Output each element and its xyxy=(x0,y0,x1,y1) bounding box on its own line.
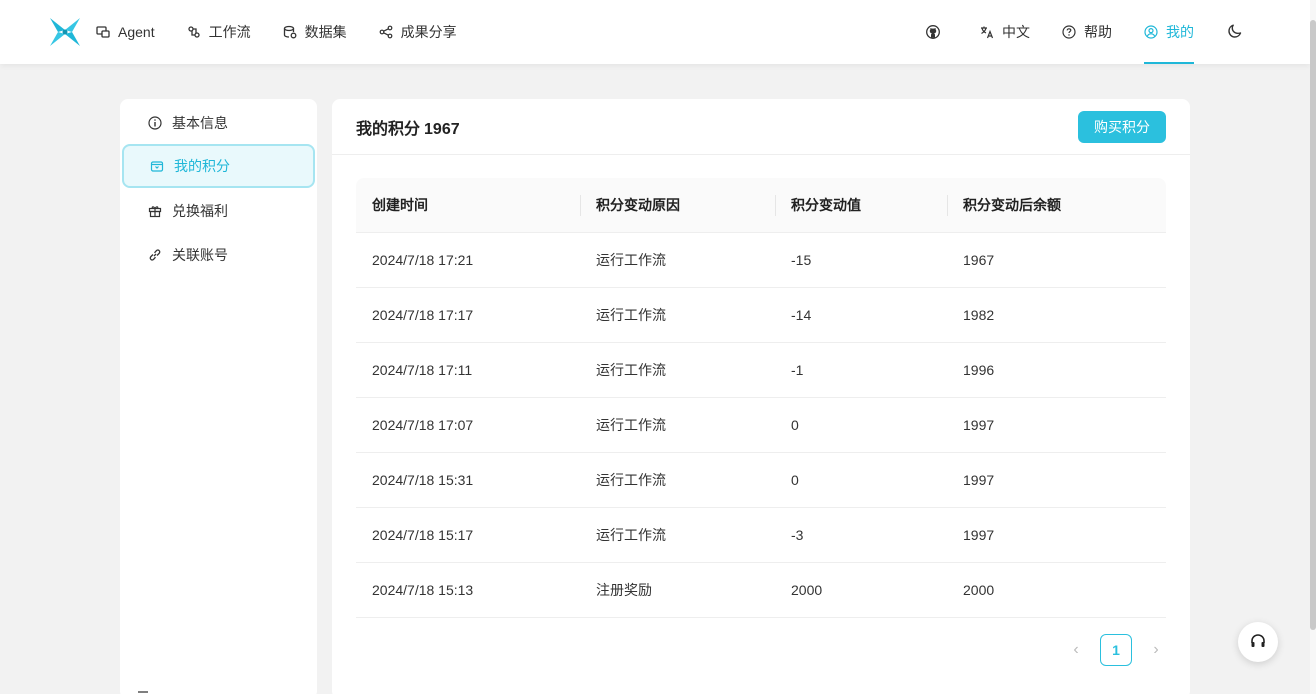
column-header-created-time: 创建时间 xyxy=(372,197,428,213)
nav-agent-label: Agent xyxy=(118,24,155,40)
customer-support-button[interactable] xyxy=(1238,622,1278,662)
nav-share-label: 成果分享 xyxy=(400,24,457,40)
cell-balance: 1996 xyxy=(963,362,995,378)
buy-points-button[interactable]: 购买积分 xyxy=(1078,111,1166,143)
profile-sidebar: 基本信息 我的积分 兑换福利 关联账号 xyxy=(120,99,317,694)
prev-page-button[interactable]: ‹ xyxy=(1060,634,1092,666)
cell-balance: 2000 xyxy=(963,582,995,598)
headset-icon xyxy=(1249,632,1267,653)
table-row: 2024/7/18 15:17 运行工作流 -3 1997 xyxy=(356,508,1166,563)
table-row: 2024/7/18 17:17 运行工作流 -14 1982 xyxy=(356,288,1166,343)
main-nav: Agent 工作流 数据集 成果分享 xyxy=(96,0,489,64)
gift-icon xyxy=(148,204,162,218)
column-header-change: 积分变动值 xyxy=(775,178,947,233)
help-link[interactable]: 帮助 xyxy=(1062,0,1112,64)
sidebar-item-linked-accounts[interactable]: 关联账号 xyxy=(122,233,315,277)
dataset-icon xyxy=(283,25,297,39)
nav-dataset-label: 数据集 xyxy=(304,24,347,40)
info-icon xyxy=(148,116,162,130)
page-scrollbar[interactable] xyxy=(1310,0,1316,694)
table-row: 2024/7/18 17:11 运行工作流 -1 1996 xyxy=(356,343,1166,398)
collapse-menu-icon[interactable] xyxy=(136,689,150,694)
nav-dataset[interactable]: 数据集 xyxy=(283,0,347,64)
page-title-text: 我的积分 xyxy=(356,120,421,138)
theme-toggle[interactable] xyxy=(1226,23,1244,41)
points-balance: 1967 xyxy=(424,120,460,138)
workflow-icon xyxy=(187,25,201,39)
cell-balance: 1997 xyxy=(963,417,995,433)
points-panel: 我的积分 1967 购买积分 创建时间 积分变动原因 积分变动值 积分变动后余额 … xyxy=(332,99,1190,694)
page-number-current[interactable]: 1 xyxy=(1100,634,1132,666)
cell-change: 2000 xyxy=(791,582,823,598)
cell-created-time: 2024/7/18 15:31 xyxy=(372,472,474,488)
github-icon xyxy=(926,25,940,39)
mine-label: 我的 xyxy=(1166,24,1194,40)
user-icon xyxy=(1144,25,1158,39)
cell-change: -1 xyxy=(791,362,804,378)
help-icon xyxy=(1062,25,1076,39)
table-header: 创建时间 积分变动原因 积分变动值 积分变动后余额 xyxy=(356,178,1166,233)
sidebar-item-redeem[interactable]: 兑换福利 xyxy=(122,189,315,233)
cell-created-time: 2024/7/18 17:07 xyxy=(372,417,474,433)
cell-balance: 1967 xyxy=(963,252,995,268)
app-logo[interactable] xyxy=(48,16,82,48)
nav-workflow[interactable]: 工作流 xyxy=(187,0,251,64)
cell-created-time: 2024/7/18 15:13 xyxy=(372,582,474,598)
table-row: 2024/7/18 15:13 注册奖励 2000 2000 xyxy=(356,563,1166,618)
table-row: 2024/7/18 17:21 运行工作流 -15 1967 xyxy=(356,233,1166,288)
cell-change: 0 xyxy=(791,472,799,488)
points-icon xyxy=(150,159,164,173)
pagination: ‹ 1 › xyxy=(1060,634,1172,666)
scrollbar-thumb[interactable] xyxy=(1310,20,1316,630)
cell-reason: 运行工作流 xyxy=(596,252,666,268)
nav-workflow-label: 工作流 xyxy=(208,24,251,40)
sidebar-item-label: 关联账号 xyxy=(172,247,228,263)
link-icon xyxy=(148,248,162,262)
github-link[interactable] xyxy=(926,0,948,64)
sidebar-item-basic-info[interactable]: 基本信息 xyxy=(122,101,315,145)
cell-change: -15 xyxy=(791,252,812,268)
points-table: 创建时间 积分变动原因 积分变动值 积分变动后余额 2024/7/18 17:2… xyxy=(356,178,1166,618)
share-icon xyxy=(379,25,393,39)
help-label: 帮助 xyxy=(1084,24,1112,40)
nav-agent[interactable]: Agent xyxy=(96,0,155,64)
moon-icon xyxy=(1227,23,1243,42)
cell-balance: 1997 xyxy=(963,527,995,543)
page-title: 我的积分 1967 xyxy=(356,115,460,139)
cell-created-time: 2024/7/18 15:17 xyxy=(372,527,474,543)
cell-change: 0 xyxy=(791,417,799,433)
column-header-reason: 积分变动原因 xyxy=(580,178,775,233)
cell-created-time: 2024/7/18 17:17 xyxy=(372,307,474,323)
sidebar-item-label: 我的积分 xyxy=(174,158,230,174)
cell-balance: 1982 xyxy=(963,307,995,323)
nav-mine[interactable]: 我的 xyxy=(1144,0,1194,64)
user-nav: 中文 帮助 我的 xyxy=(894,0,1244,64)
cell-reason: 运行工作流 xyxy=(596,527,666,543)
cell-change: -14 xyxy=(791,307,812,323)
cell-created-time: 2024/7/18 17:21 xyxy=(372,252,474,268)
panel-header: 我的积分 1967 购买积分 xyxy=(332,99,1190,155)
translate-icon xyxy=(980,25,994,39)
sidebar-item-label: 基本信息 xyxy=(172,115,228,131)
next-page-button[interactable]: › xyxy=(1140,634,1172,666)
agent-icon xyxy=(96,25,110,39)
cell-created-time: 2024/7/18 17:11 xyxy=(372,362,473,378)
cell-reason: 运行工作流 xyxy=(596,417,666,433)
column-header-balance: 积分变动后余额 xyxy=(947,178,1166,233)
sidebar-item-my-points[interactable]: 我的积分 xyxy=(122,144,315,188)
table-row: 2024/7/18 15:31 运行工作流 0 1997 xyxy=(356,453,1166,508)
cell-balance: 1997 xyxy=(963,472,995,488)
table-row: 2024/7/18 17:07 运行工作流 0 1997 xyxy=(356,398,1166,453)
cell-reason: 注册奖励 xyxy=(596,582,652,598)
cell-reason: 运行工作流 xyxy=(596,307,666,323)
cell-reason: 运行工作流 xyxy=(596,472,666,488)
language-label: 中文 xyxy=(1002,24,1030,40)
language-switch[interactable]: 中文 xyxy=(980,0,1030,64)
nav-share[interactable]: 成果分享 xyxy=(379,0,457,64)
top-navigation-bar: Agent 工作流 数据集 成果分享 中文 帮助 我的 xyxy=(0,0,1310,64)
cell-change: -3 xyxy=(791,527,804,543)
sidebar-item-label: 兑换福利 xyxy=(172,203,228,219)
cell-reason: 运行工作流 xyxy=(596,362,666,378)
